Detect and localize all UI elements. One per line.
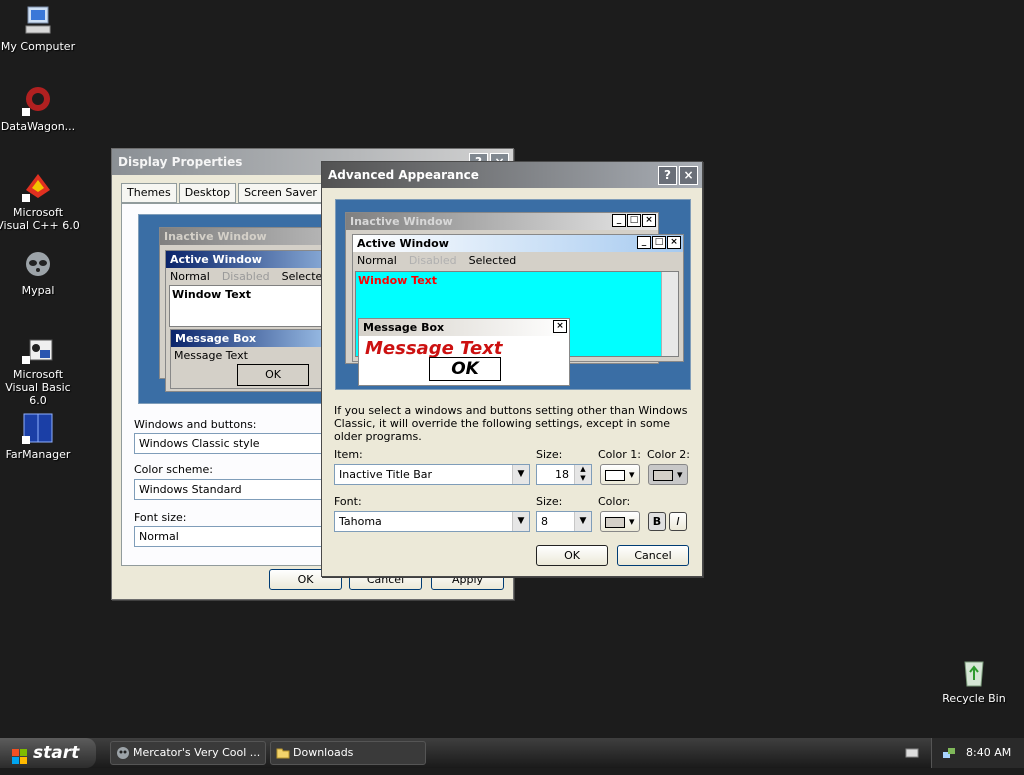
visual-cpp-icon — [22, 170, 54, 202]
desktop-icon-visual-basic[interactable]: Microsoft Visual Basic 6.0 — [0, 332, 80, 407]
advanced-appearance-titlebar: Advanced Appearance ? × — [322, 162, 702, 188]
visual-basic-icon — [22, 332, 54, 364]
taskbar: start Mercator's Very Cool ... Downloads… — [0, 738, 1024, 768]
font-size-select[interactable]: 8 ▼ — [536, 511, 592, 532]
keyboard-icon[interactable] — [905, 746, 919, 763]
advanced-preview: Inactive Window _ □ × Active Window _ □ × No… — [335, 199, 691, 390]
system-tray: 8:40 AM — [931, 738, 1024, 768]
description-text: If you select a windows and buttons sett… — [334, 404, 688, 443]
color-swatch — [605, 469, 626, 481]
desktop-icon-farmanager[interactable]: FarManager — [0, 412, 80, 461]
chevron-down-icon: ▼ — [512, 512, 529, 531]
desktop-icon-mypal[interactable]: Mypal — [0, 248, 80, 297]
desktop-icon-visual-cpp[interactable]: Microsoft Visual C++ 6.0 — [0, 170, 80, 232]
clock[interactable]: 8:40 AM — [966, 746, 1011, 759]
tab-themes[interactable]: Themes — [121, 183, 177, 203]
preview-window-text-area: Window Text — [169, 285, 339, 327]
preview-menu: Normal Disabled Selected — [357, 254, 517, 267]
size-spinner[interactable]: 18 ▲ ▼ — [536, 464, 592, 485]
color-swatch — [653, 469, 674, 481]
computer-icon — [22, 4, 54, 36]
font-color-picker[interactable]: ▾ — [600, 511, 640, 532]
start-button[interactable]: start — [0, 738, 96, 768]
preview-ok-button: OK — [237, 364, 309, 386]
font-select[interactable]: Tahoma ▼ — [334, 511, 530, 532]
help-button[interactable]: ? — [658, 165, 677, 185]
network-icon[interactable] — [942, 746, 956, 763]
chevron-down-icon: ▼ — [574, 512, 591, 531]
windows-logo-icon — [12, 745, 28, 764]
desktop-icon-recycle-bin[interactable]: Recycle Bin — [932, 656, 1016, 705]
recycle-bin-icon — [958, 656, 990, 688]
spinner-arrows-icon: ▲ ▼ — [574, 465, 591, 484]
bold-toggle[interactable]: B — [648, 512, 666, 531]
ok-button[interactable]: OK — [536, 545, 608, 566]
task-downloads[interactable]: Downloads — [270, 741, 426, 765]
windows-buttons-select[interactable]: Windows Classic style — [134, 433, 334, 454]
raccoon-icon — [22, 248, 54, 280]
color2-picker[interactable]: ▾ — [648, 464, 688, 485]
item-select[interactable]: Inactive Title Bar ▼ — [334, 464, 530, 485]
preview-ok-button: OK — [429, 357, 501, 381]
preview-menu: Normal Disabled Selected — [170, 270, 330, 283]
advanced-appearance-dialog: Advanced Appearance ? × Inactive Window … — [321, 161, 703, 577]
preview-message-box: Message Box Message Text OK — [170, 329, 339, 389]
folder-icon — [276, 746, 290, 764]
appearance-preview: Inactive Window Active Window Normal Dis… — [138, 214, 340, 404]
chevron-down-icon: ▼ — [512, 465, 529, 484]
close-button[interactable]: × — [679, 165, 698, 185]
desktop-icon-datawagon[interactable]: DataWagon... — [0, 84, 80, 133]
farmanager-icon — [22, 412, 54, 444]
raccoon-icon — [116, 746, 130, 764]
task-mercator[interactable]: Mercator's Very Cool ... — [110, 741, 266, 765]
cancel-button[interactable]: Cancel — [617, 545, 689, 566]
color-scheme-select[interactable]: Windows Standard — [134, 479, 334, 500]
font-size-select[interactable]: Normal — [134, 526, 334, 547]
tab-strip: Themes Desktop Screen Saver Ap — [121, 183, 352, 203]
desktop-icon-my-computer[interactable]: My Computer — [0, 4, 80, 53]
color-swatch — [605, 516, 626, 528]
preview-message-box: Message Box × Message Text OK — [358, 318, 570, 386]
tab-desktop[interactable]: Desktop — [178, 183, 237, 203]
color1-picker[interactable]: ▾ — [600, 464, 640, 485]
preview-scrollbar — [661, 272, 678, 356]
italic-toggle[interactable]: I — [669, 512, 687, 531]
tab-screen-saver[interactable]: Screen Saver — [238, 183, 323, 203]
datawagon-icon — [22, 84, 54, 116]
